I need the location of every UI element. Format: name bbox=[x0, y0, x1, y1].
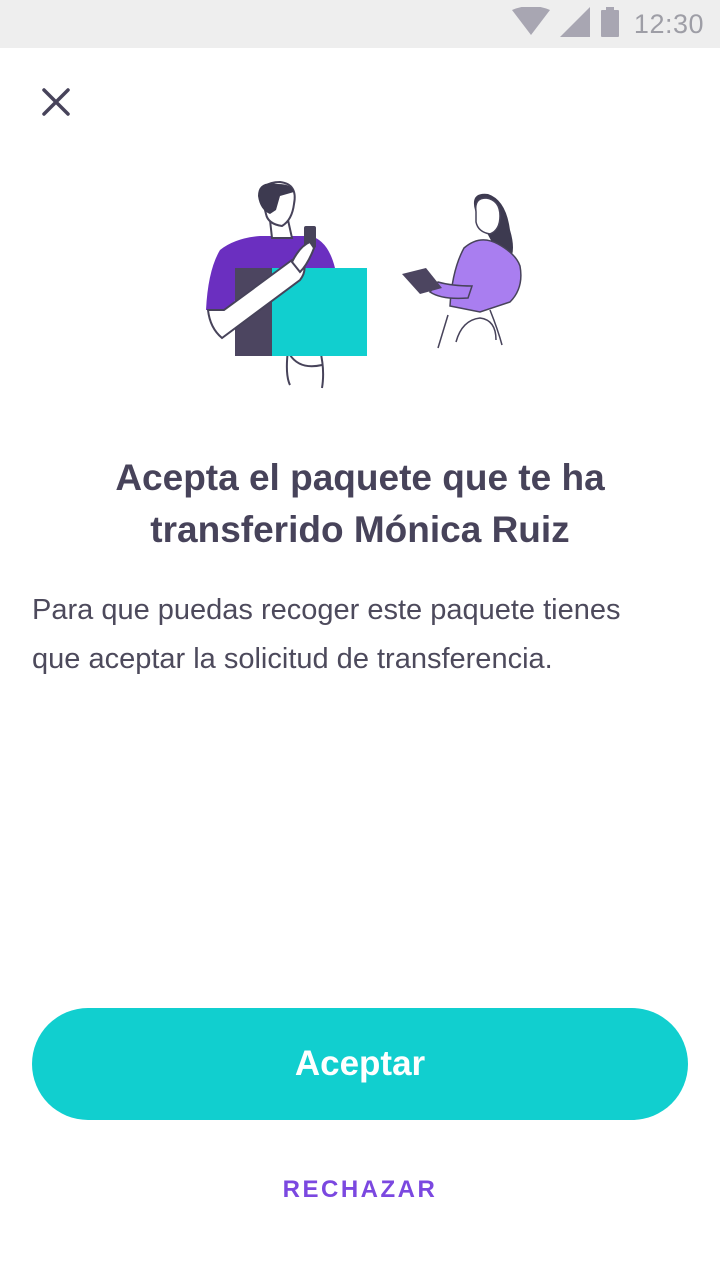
status-bar: 12:30 bbox=[0, 0, 720, 48]
wifi-icon bbox=[511, 5, 550, 42]
man-figure bbox=[206, 180, 367, 389]
status-icons: 12:30 bbox=[511, 5, 704, 42]
accept-button[interactable]: Aceptar bbox=[32, 1008, 688, 1120]
close-button[interactable] bbox=[26, 74, 86, 134]
battery-icon bbox=[600, 6, 620, 42]
description-text: Para que puedas recoger este paquete tie… bbox=[32, 594, 621, 675]
reject-button[interactable]: RECHAZAR bbox=[0, 1176, 720, 1204]
status-time: 12:30 bbox=[633, 8, 704, 39]
woman-figure bbox=[402, 193, 522, 349]
package-transfer-illustration bbox=[180, 170, 540, 400]
page-title: Acepta el paquete que te ha transferido … bbox=[115, 457, 605, 550]
close-icon bbox=[41, 87, 71, 122]
signal-icon bbox=[559, 6, 590, 42]
